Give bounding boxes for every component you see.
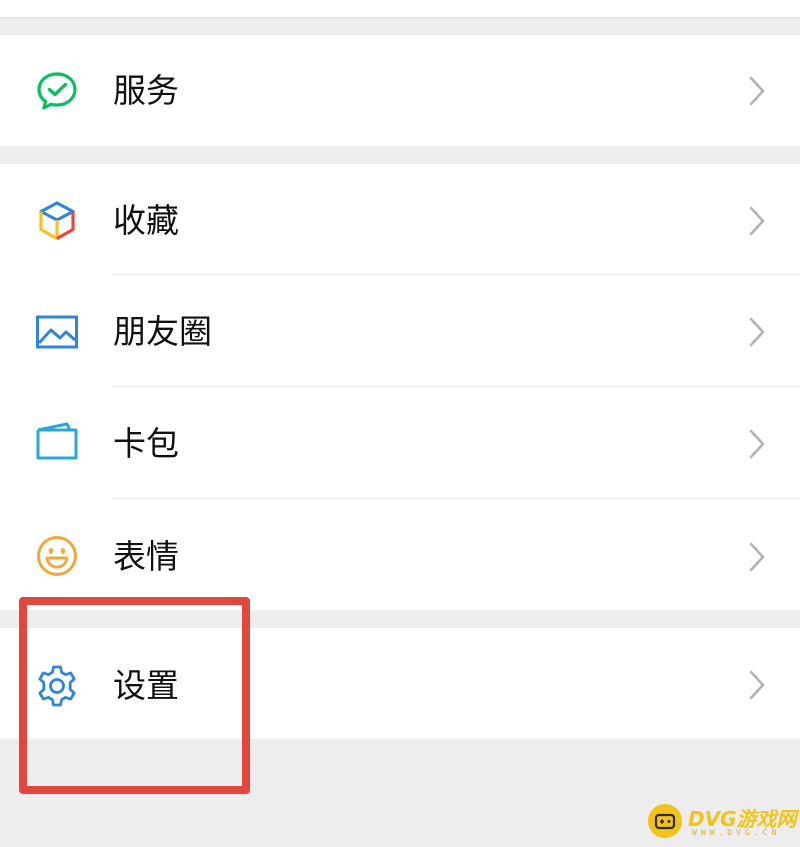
chevron-right-icon — [744, 204, 768, 238]
menu-group-main: 收藏 朋友圈 卡包 表情 — [0, 164, 800, 610]
wallet-card-icon — [34, 420, 80, 466]
menu-item-moments[interactable]: 朋友圈 — [0, 275, 800, 386]
watermark-subtext: WWW.DVG.CN — [692, 828, 781, 837]
watermark: DVG游戏网 WWW.DVG.CN — [648, 800, 797, 842]
gamepad-logo-icon — [648, 804, 682, 838]
chevron-right-icon — [744, 668, 768, 702]
smiley-icon — [34, 533, 80, 579]
menu-group-services: 服务 — [0, 35, 800, 146]
menu-item-favorites[interactable]: 收藏 — [0, 164, 800, 275]
menu-item-label: 收藏 — [113, 201, 179, 240]
menu-item-services[interactable]: 服务 — [0, 35, 800, 146]
highlight-box — [19, 597, 250, 794]
cube-icon — [34, 198, 80, 244]
chevron-right-icon — [744, 74, 768, 108]
image-icon — [34, 309, 80, 355]
menu-item-label: 表情 — [113, 537, 179, 576]
chevron-right-icon — [744, 427, 768, 461]
menu-item-label: 朋友圈 — [113, 312, 212, 351]
menu-item-cards[interactable]: 卡包 — [0, 387, 800, 498]
chat-check-icon — [34, 68, 80, 114]
menu-item-stickers[interactable]: 表情 — [0, 499, 800, 610]
chevron-right-icon — [744, 540, 768, 574]
menu-item-label: 卡包 — [113, 424, 179, 463]
top-cell-edge — [0, 0, 800, 18]
chevron-right-icon — [744, 315, 768, 349]
menu-item-label: 服务 — [113, 71, 179, 110]
